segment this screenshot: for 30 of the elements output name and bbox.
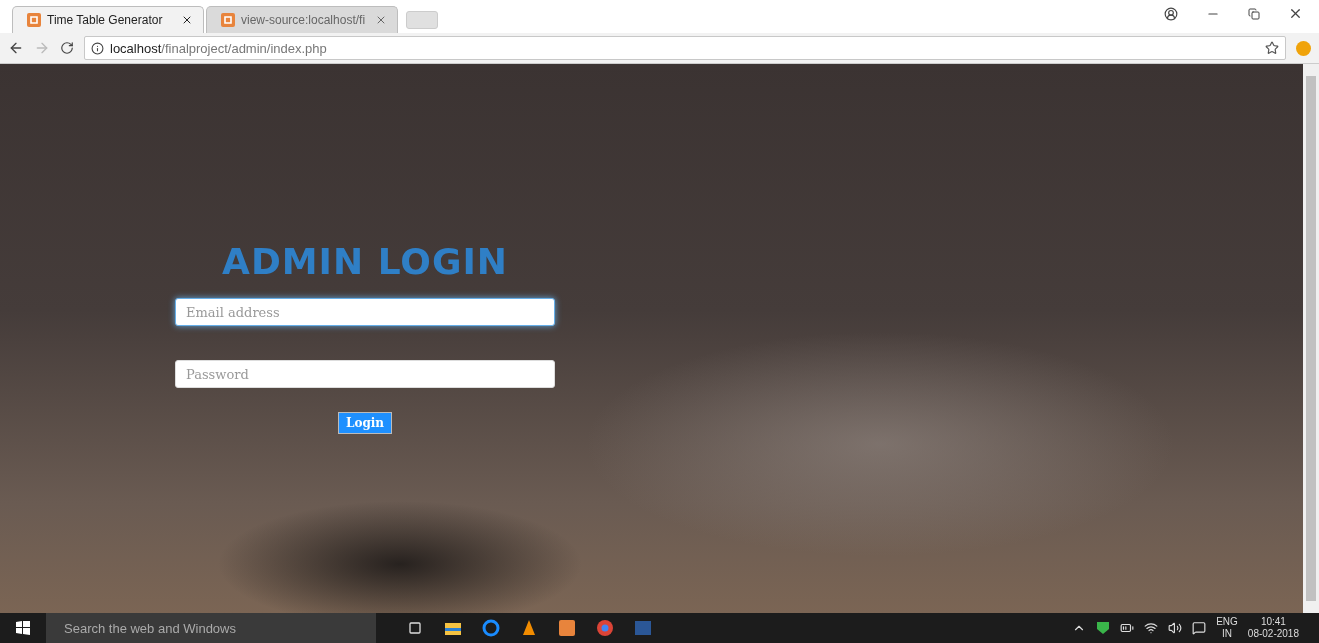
- language-indicator[interactable]: ENG IN: [1216, 616, 1238, 640]
- app-icon[interactable]: [558, 619, 576, 637]
- address-bar[interactable]: localhost/finalproject/admin/index.php: [84, 36, 1286, 60]
- bookmark-star-icon[interactable]: [1265, 41, 1279, 55]
- reload-icon[interactable]: [60, 41, 74, 55]
- browser-icon[interactable]: [596, 619, 614, 637]
- restore-icon[interactable]: [1248, 7, 1260, 20]
- browser-tab[interactable]: view-source:localhost/fi: [206, 6, 398, 33]
- cone-icon[interactable]: [520, 619, 538, 637]
- close-icon[interactable]: [181, 14, 193, 26]
- tab-favicon-icon: [27, 13, 41, 27]
- wifi-icon[interactable]: [1144, 621, 1159, 635]
- notification-icon[interactable]: [1192, 621, 1207, 635]
- scrollbar[interactable]: [1303, 64, 1319, 613]
- battery-icon[interactable]: [1120, 621, 1135, 635]
- windows-logo-icon: [16, 621, 30, 635]
- search-field[interactable]: Search the web and Windows: [46, 613, 376, 643]
- clock[interactable]: 10:41 08-02-2018: [1247, 616, 1299, 640]
- info-icon: [91, 41, 104, 55]
- page-heading: ADMIN LOGIN: [222, 241, 508, 282]
- back-icon[interactable]: [8, 40, 24, 56]
- tab-favicon-icon: [221, 13, 235, 27]
- input-field[interactable]: Email address: [175, 298, 555, 326]
- task-view-icon[interactable]: [406, 619, 424, 637]
- profile-icon[interactable]: [1164, 6, 1178, 21]
- browser-icon[interactable]: [482, 619, 500, 637]
- browser-tab[interactable]: Time Table Generator: [12, 6, 204, 33]
- speaker-icon[interactable]: [1168, 621, 1183, 635]
- close-icon[interactable]: [1288, 6, 1303, 21]
- shield-icon[interactable]: [1096, 621, 1111, 635]
